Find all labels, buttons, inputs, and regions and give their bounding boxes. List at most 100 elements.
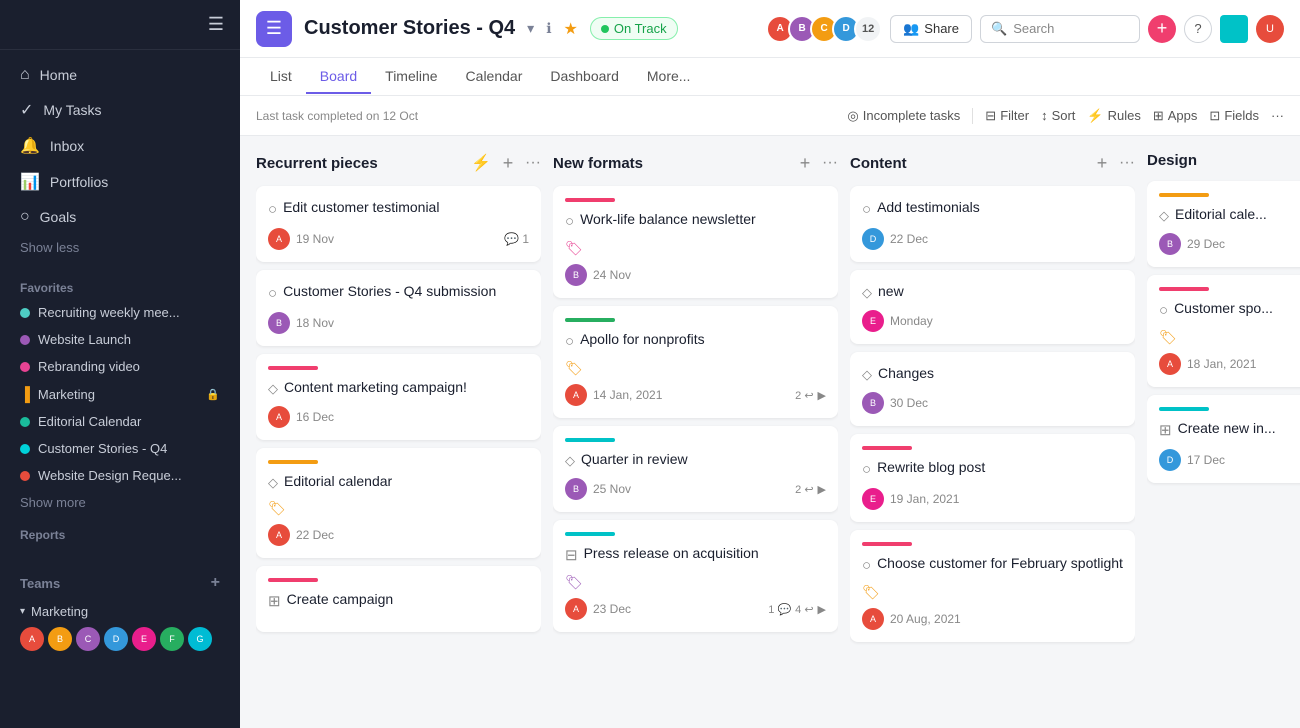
sidebar-item-label: Website Design Reque...	[38, 468, 182, 483]
add-team-button[interactable]: +	[211, 574, 220, 592]
card-customer-spo[interactable]: ○ Customer spo... 🏷 A 18 Jan, 2021	[1147, 275, 1300, 387]
sidebar-item-my-tasks[interactable]: ✓ My Tasks	[0, 92, 240, 128]
title-chevron-icon[interactable]: ▾	[527, 20, 534, 37]
sidebar-item-rebranding[interactable]: Rebranding video	[0, 353, 240, 380]
card-new-monday[interactable]: ◇ new E Monday	[850, 270, 1135, 344]
card-accent-bar	[565, 318, 615, 322]
filter-button[interactable]: ⊟ Filter	[985, 108, 1029, 124]
tab-timeline[interactable]: Timeline	[371, 60, 451, 94]
incomplete-label: Incomplete tasks	[863, 108, 961, 123]
show-more-button[interactable]: Show more	[0, 489, 240, 516]
menu-toggle-icon[interactable]: ☰	[208, 14, 224, 35]
sidebar-item-customer-stories[interactable]: Customer Stories - Q4	[0, 435, 240, 462]
tag-icon: 🏷	[565, 574, 583, 590]
column-more-button[interactable]: ···	[822, 154, 838, 172]
card-title-text: Create new in...	[1178, 419, 1276, 439]
column-content: Content + ··· ○ Add testimonials D 22 De…	[850, 148, 1135, 700]
tab-dashboard[interactable]: Dashboard	[536, 60, 633, 94]
sidebar-item-website-design[interactable]: Website Design Reque...	[0, 462, 240, 489]
card-work-life-balance[interactable]: ○ Work-life balance newsletter 🏷 B 24 No…	[553, 186, 838, 298]
column-add-button[interactable]: +	[497, 152, 519, 174]
card-comment-count: 💬 1	[504, 232, 529, 246]
sidebar: ☰ ⌂ Home ✓ My Tasks 🔔 Inbox 📊 Portfolios…	[0, 0, 240, 728]
card-accent-bar	[565, 438, 615, 442]
card-title-text: Customer spo...	[1174, 299, 1273, 319]
card-avatar: A	[565, 384, 587, 406]
card-customer-stories-submission[interactable]: ○ Customer Stories - Q4 submission B 18 …	[256, 270, 541, 346]
card-title-text: Editorial cale...	[1175, 205, 1267, 225]
card-avatar: A	[268, 524, 290, 546]
card-footer: E 19 Jan, 2021	[862, 488, 1123, 510]
sidebar-item-inbox[interactable]: 🔔 Inbox	[0, 128, 240, 164]
sidebar-item-label: Portfolios	[50, 174, 108, 190]
card-meta: A 23 Dec	[565, 598, 631, 620]
card-changes[interactable]: ◇ Changes B 30 Dec	[850, 352, 1135, 426]
card-rewrite-blog-post[interactable]: ○ Rewrite blog post E 19 Jan, 2021	[850, 434, 1135, 522]
tab-board[interactable]: Board	[306, 60, 371, 94]
card-meta: A 14 Jan, 2021	[565, 384, 662, 406]
share-button[interactable]: 👥 Share	[890, 15, 972, 43]
card-create-new-in[interactable]: ⊞ Create new in... D 17 Dec	[1147, 395, 1300, 483]
rules-button[interactable]: ⚡ Rules	[1087, 108, 1140, 124]
tab-calendar[interactable]: Calendar	[452, 60, 537, 94]
teams-header: Teams +	[0, 562, 240, 600]
topbar: ☰ Customer Stories - Q4 ▾ ℹ ★ On Track A…	[240, 0, 1300, 58]
column-more-button[interactable]: ···	[1119, 154, 1135, 172]
add-button[interactable]: +	[1148, 15, 1176, 43]
incomplete-tasks-button[interactable]: ◎ Incomplete tasks	[847, 108, 960, 124]
show-less-button[interactable]: Show less	[0, 234, 240, 261]
sidebar-item-website-launch[interactable]: Website Launch	[0, 326, 240, 353]
column-more-button[interactable]: ···	[525, 154, 541, 172]
status-label: On Track	[614, 21, 667, 36]
card-avatar: E	[862, 310, 884, 332]
card-add-testimonials[interactable]: ○ Add testimonials D 22 Dec	[850, 186, 1135, 262]
reports-section-label: Reports	[0, 516, 240, 546]
column-add-button[interactable]: +	[794, 152, 816, 174]
fields-button[interactable]: ⊡ Fields	[1209, 108, 1259, 124]
diamond-icon: ◇	[565, 452, 575, 470]
tab-list[interactable]: List	[256, 60, 306, 94]
subtask-count: 2 ↩	[795, 483, 813, 496]
card-date: 20 Aug, 2021	[890, 612, 961, 626]
card-avatar: A	[1159, 353, 1181, 375]
sidebar-item-portfolios[interactable]: 📊 Portfolios	[0, 164, 240, 200]
tag-icon: 🏷	[565, 240, 583, 256]
help-button[interactable]: ?	[1184, 15, 1212, 43]
card-title: ◇ Editorial calendar	[268, 472, 529, 492]
sidebar-item-home[interactable]: ⌂ Home	[0, 58, 240, 92]
card-apollo-nonprofits[interactable]: ○ Apollo for nonprofits 🏷 A 14 Jan, 2021…	[553, 306, 838, 418]
card-press-release[interactable]: ⊟ Press release on acquisition 🏷 A 23 De…	[553, 520, 838, 632]
card-editorial-cale[interactable]: ◇ Editorial cale... B 29 Dec	[1147, 181, 1300, 267]
info-icon[interactable]: ℹ	[546, 20, 551, 37]
card-edit-customer-testimonial[interactable]: ○ Edit customer testimonial A 19 Nov 💬 1	[256, 186, 541, 262]
card-content-marketing[interactable]: ◇ Content marketing campaign! A 16 Dec	[256, 354, 541, 440]
card-meta: A 20 Aug, 2021	[862, 608, 961, 630]
card-accent-bar	[1159, 407, 1209, 411]
sort-button[interactable]: ↕ Sort	[1041, 108, 1075, 123]
sidebar-item-marketing[interactable]: ▐ Marketing 🔒	[0, 380, 240, 408]
star-icon[interactable]: ★	[564, 19, 578, 39]
sidebar-item-recruiting[interactable]: Recruiting weekly mee...	[0, 299, 240, 326]
check-circle-icon: ✓	[20, 100, 33, 120]
column-add-button[interactable]: +	[1091, 152, 1113, 174]
card-create-campaign[interactable]: ⊞ Create campaign	[256, 566, 541, 632]
sidebar-item-editorial[interactable]: Editorial Calendar	[0, 408, 240, 435]
card-title-text: Editorial calendar	[284, 472, 392, 492]
user-avatar[interactable]: U	[1256, 15, 1284, 43]
more-options-button[interactable]: ···	[1271, 108, 1284, 123]
card-actions: 2 ↩ ▶	[795, 483, 826, 496]
card-accent-bar	[268, 460, 318, 464]
card-title-text: Customer Stories - Q4 submission	[283, 282, 496, 302]
apps-button[interactable]: ⊞ Apps	[1153, 108, 1198, 124]
card-avatar: B	[565, 478, 587, 500]
tab-more[interactable]: More...	[633, 60, 705, 94]
card-editorial-calendar[interactable]: ◇ Editorial calendar 🏷 A 22 Dec	[256, 448, 541, 558]
card-title: ◇ Changes	[862, 364, 1123, 384]
sidebar-item-goals[interactable]: ○ Goals	[0, 200, 240, 234]
sidebar-item-marketing-team[interactable]: ▾ Marketing	[0, 600, 240, 623]
card-quarter-in-review[interactable]: ◇ Quarter in review B 25 Nov 2 ↩ ▶	[553, 426, 838, 512]
card-title-text: Add testimonials	[877, 198, 980, 218]
search-box[interactable]: 🔍 Search	[980, 15, 1140, 43]
card-avatar: A	[565, 598, 587, 620]
card-choose-customer[interactable]: ○ Choose customer for February spotlight…	[850, 530, 1135, 642]
